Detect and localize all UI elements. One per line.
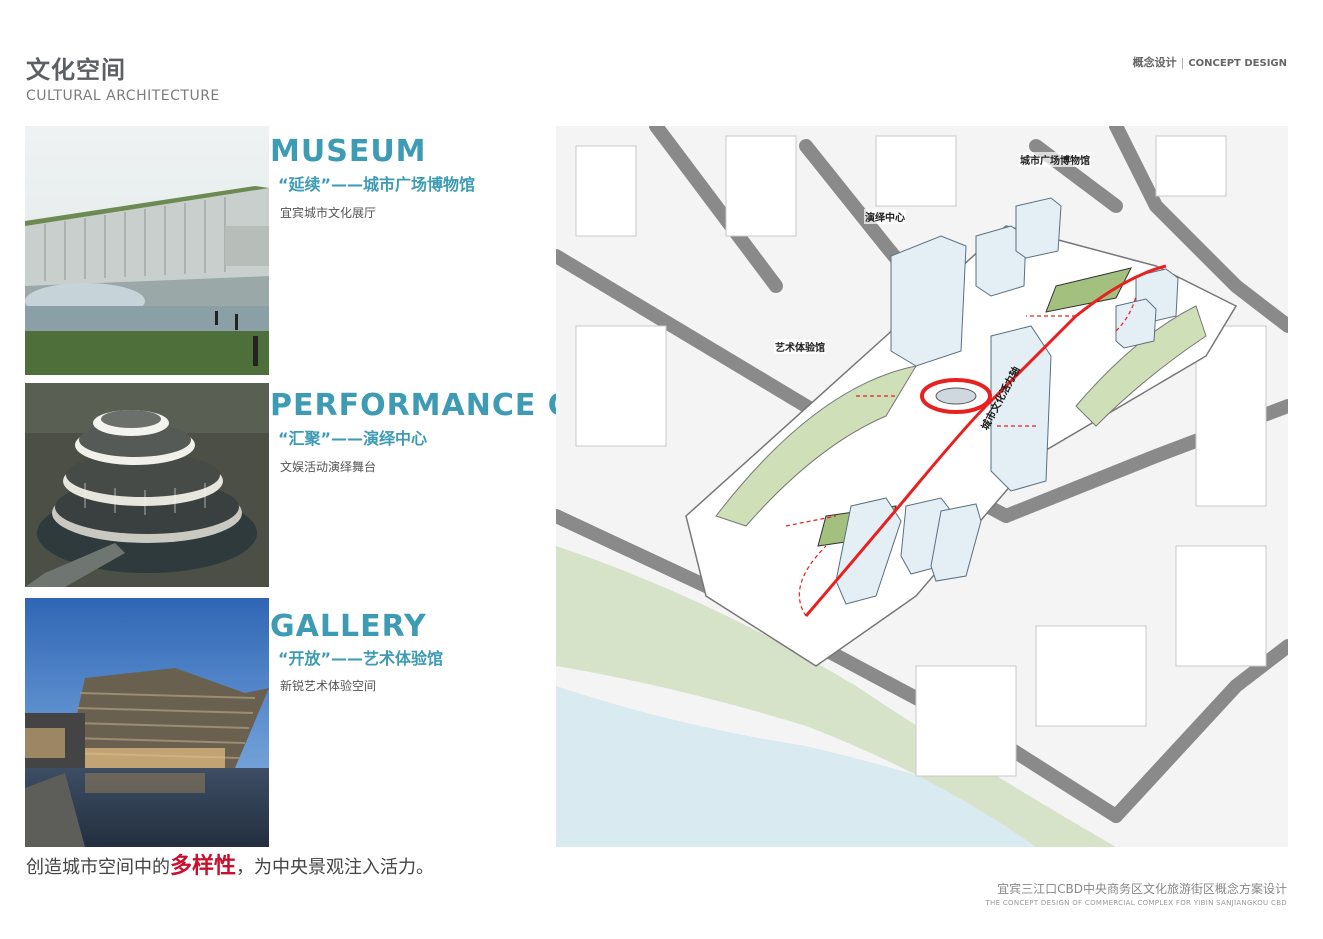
performance-description: 文娱活动演绎舞台 <box>280 460 377 474</box>
performance-photo <box>25 383 269 587</box>
section-tag-separator: | <box>1180 56 1185 69</box>
footer-project-title-en: THE CONCEPT DESIGN OF COMMERCIAL COMPLEX… <box>985 899 1287 907</box>
map-label-gallery: 艺术体验馆 <box>774 339 826 354</box>
museum-title-en: MUSEUM <box>270 134 427 169</box>
gallery-description: 新锐艺术体验空间 <box>280 679 377 693</box>
page-subtitle: CULTURAL ARCHITECTURE <box>26 88 220 104</box>
museum-description: 宜宾城市文化展厅 <box>280 206 377 220</box>
performance-title-cn: “汇聚”——演绎中心 <box>278 429 428 448</box>
tagline-highlight: 多样性 <box>170 854 237 879</box>
map-label-museum: 城市广场博物馆 <box>1019 152 1091 167</box>
tagline-pre: 创造城市空间中的 <box>26 857 170 878</box>
museum-photo <box>25 126 269 375</box>
tagline-post: ，为中央景观注入活力。 <box>236 857 435 878</box>
section-tag-cn: 概念设计 <box>1132 56 1177 69</box>
section-tag-en: CONCEPT DESIGN <box>1188 58 1287 69</box>
gallery-title-cn: “开放”——艺术体验馆 <box>278 649 444 668</box>
map-label-performance: 演绎中心 <box>864 209 906 224</box>
gallery-photo <box>25 598 269 847</box>
footer-project-title-cn: 宜宾三江口CBD中央商务区文化旅游街区概念方案设计 <box>997 882 1287 896</box>
page-title: 文化空间 <box>26 56 126 84</box>
gallery-title-en: GALLERY <box>270 609 427 644</box>
museum-title-cn: “延续”——城市广场博物馆 <box>278 175 476 194</box>
site-axonometric-diagram: 城市广场博物馆 演绎中心 艺术体验馆 城市文化活力轴 <box>556 126 1288 847</box>
bottom-tagline: 创造城市空间中的多样性，为中央景观注入活力。 <box>26 848 434 880</box>
section-tag: 概念设计 | CONCEPT DESIGN <box>1133 54 1287 70</box>
